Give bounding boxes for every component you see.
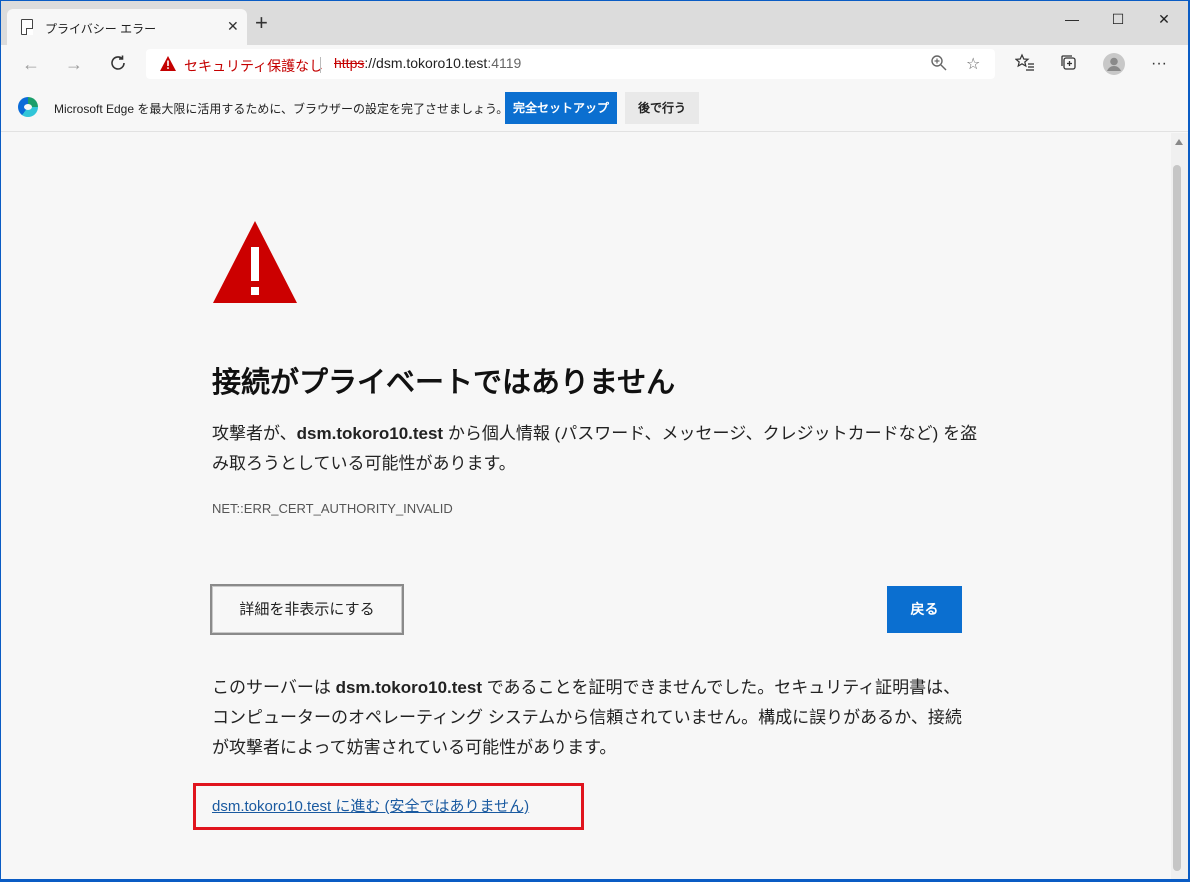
forward-arrow-icon[interactable]: → [62,53,86,75]
complete-setup-button[interactable]: 完全セットアップ [505,92,617,124]
tab-strip: プライバシー エラー ✕ + — ☐ ✕ [1,1,1188,45]
go-back-button[interactable]: 戻る [887,586,962,633]
navigation-toolbar: ← → セキュリティ保護なし https://dsm.tokoro10.test… [1,45,1188,83]
zoom-icon[interactable] [930,54,948,77]
refresh-icon[interactable] [106,53,130,75]
error-code[interactable]: NET::ERR_CERT_AUTHORITY_INVALID [212,501,453,516]
security-status[interactable]: セキュリティ保護なし [184,56,323,76]
warning-icon [160,56,176,71]
tab-close-icon[interactable]: ✕ [227,17,239,35]
minimize-button[interactable]: — [1057,9,1087,29]
proceed-unsafe-link[interactable]: dsm.tokoro10.test に進む (安全ではありません) [212,795,529,816]
new-tab-button[interactable]: + [255,12,268,34]
page-icon [21,19,33,35]
vertical-scrollbar[interactable] [1171,133,1188,879]
address-bar[interactable]: セキュリティ保護なし https://dsm.tokoro10.test:411… [146,49,995,79]
tab-privacy-error[interactable]: プライバシー エラー ✕ [7,9,247,45]
browser-window: プライバシー エラー ✕ + — ☐ ✕ ← → セキュリティ保護なし http… [1,1,1188,879]
profile-avatar-icon[interactable] [1102,53,1126,75]
tab-title: プライバシー エラー [45,22,157,36]
later-button[interactable]: 後で行う [625,92,699,124]
scroll-thumb[interactable] [1173,165,1181,871]
error-description: 攻撃者が、dsm.tokoro10.test から個人情報 (パスワード、メッセ… [212,419,982,479]
scroll-up-arrow-icon[interactable] [1175,139,1183,145]
url-scheme: https [334,55,365,71]
maximize-button[interactable]: ☐ [1103,9,1133,29]
error-page: 接続がプライベートではありません 攻撃者が、dsm.tokoro10.test … [1,133,1171,879]
details-paragraph: このサーバーは dsm.tokoro10.test であることを証明できませんで… [212,673,972,763]
url-text[interactable]: https://dsm.tokoro10.test:4119 [334,55,521,71]
more-menu-icon[interactable]: ··· [1147,53,1171,75]
url-host: dsm.tokoro10.test [376,55,488,71]
desc-host: dsm.tokoro10.test [296,424,444,443]
url-port: :4119 [487,55,522,71]
favorites-list-icon[interactable] [1013,53,1037,75]
setup-banner: Microsoft Edge を最大限に活用するために、ブラウザーの設定を完了さ… [1,83,1188,132]
collections-icon[interactable] [1057,53,1081,75]
back-arrow-icon[interactable]: ← [19,53,43,75]
desc-prefix: 攻撃者が、 [212,424,297,443]
warning-triangle-icon [213,221,297,303]
banner-message: Microsoft Edge を最大限に活用するために、ブラウザーの設定を完了さ… [54,102,509,116]
window-close-button[interactable]: ✕ [1149,9,1179,29]
url-separator: :// [364,55,377,71]
para-host: dsm.tokoro10.test [335,678,482,697]
hide-details-button[interactable]: 詳細を非表示にする [210,584,404,635]
para-prefix: このサーバーは [212,678,336,697]
favorite-star-icon[interactable]: ☆ [966,54,980,74]
edge-logo-icon [18,97,38,117]
address-divider [320,57,321,73]
page-title: 接続がプライベートではありません [212,367,676,399]
